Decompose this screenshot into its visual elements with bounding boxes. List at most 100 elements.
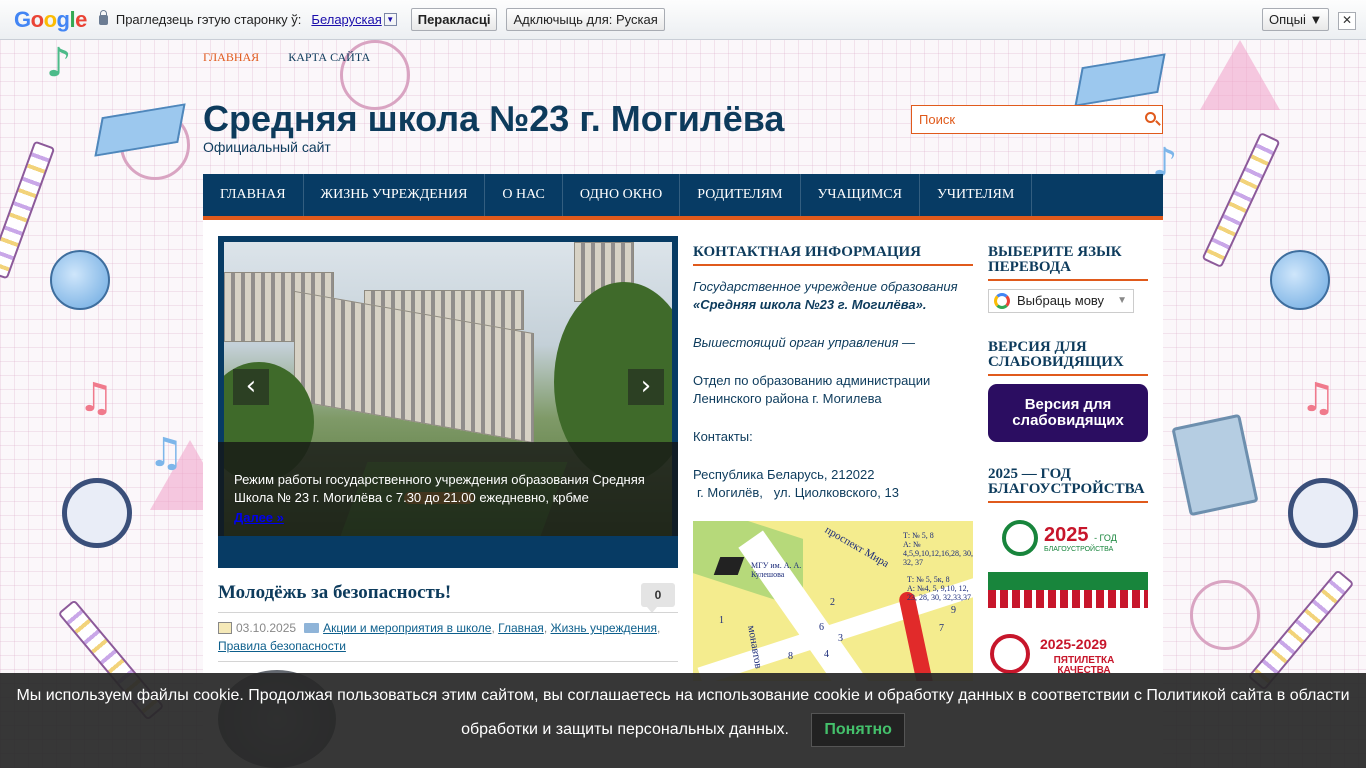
globe-doodle-icon xyxy=(1270,250,1330,310)
comment-count-badge[interactable]: 0 xyxy=(641,583,675,613)
search-icon[interactable] xyxy=(1145,112,1156,123)
magnifier-doodle-icon xyxy=(1288,478,1358,548)
low-vision-widget: ВЕРСИЯ ДЛЯ СЛАБОВИДЯЩИХ Версия для слабо… xyxy=(988,340,1148,442)
music-note-doodle-icon: ♫ xyxy=(148,430,184,476)
top-link-home[interactable]: ГЛАВНАЯ xyxy=(203,50,259,64)
map-label: А: № 4,5,9,10,12,16,28, 30, 32, 37 xyxy=(903,540,973,567)
category-link[interactable]: Главная xyxy=(498,621,544,635)
map-number: 8 xyxy=(788,651,793,662)
map-number: 4 xyxy=(824,649,829,660)
close-icon[interactable]: ✕ xyxy=(1338,12,1356,30)
top-link-sitemap[interactable]: КАРТА САЙТА xyxy=(288,50,370,64)
map-number: 6 xyxy=(819,622,824,633)
top-links: ГЛАВНАЯ КАРТА САЙТА xyxy=(203,50,396,65)
map-label: проспект Мира xyxy=(822,523,891,571)
year-widget-title: 2025 — ГОД БЛАГОУСТРОЙСТВА xyxy=(988,467,1148,503)
chevron-down-icon: ▼ xyxy=(1117,295,1127,306)
language-select-label: Выбраць мову xyxy=(1017,293,1105,308)
disable-translation-button[interactable]: Адключыць для: Руская xyxy=(506,8,665,31)
translate-options-button[interactable]: Опцыі ▼ xyxy=(1262,8,1330,31)
main-nav: ГЛАВНАЯ ЖИЗНЬ УЧРЕЖДЕНИЯ О НАС ОДНО ОКНО… xyxy=(203,174,1163,220)
slider-prev-button[interactable]: ‹ xyxy=(233,369,269,405)
map-label: МГУ им. А. А. Кулешова xyxy=(751,561,802,579)
search-input[interactable]: Поиск xyxy=(911,105,1163,134)
language-dropdown-icon[interactable]: ▼ xyxy=(383,13,397,26)
map-label: Т: № 5, 8 xyxy=(903,531,934,540)
banner-year: 2025 xyxy=(1044,524,1089,546)
cookie-accept-button[interactable]: Понятно xyxy=(811,713,905,747)
translate-prompt: Прагледзець гэтую старонку ў: xyxy=(115,12,302,27)
nav-item-one-window[interactable]: ОДНО ОКНО xyxy=(563,174,681,216)
ruler-triangle-doodle-icon xyxy=(1200,40,1280,110)
site-description: Официальный сайт xyxy=(203,139,331,155)
slide-caption: Режим работы государственного учреждения… xyxy=(218,442,678,536)
language-widget: ВЫБЕРИТЕ ЯЗЫК ПЕРЕВОДА Выбраць мову ▼ xyxy=(988,245,1148,313)
contact-widget-title: КОНТАКТНАЯ ИНФОРМАЦИЯ xyxy=(693,245,973,266)
translate-button[interactable]: Перакласці xyxy=(410,8,498,31)
cookie-banner: Мы используем файлы cookie. Продолжая по… xyxy=(0,673,1366,768)
music-note-doodle-icon: ♫ xyxy=(78,375,114,421)
low-vision-widget-title: ВЕРСИЯ ДЛЯ СЛАБОВИДЯЩИХ xyxy=(988,340,1148,376)
nav-item-home[interactable]: ГЛАВНАЯ xyxy=(203,174,304,216)
contact-address: г. Могилёв, ул. Циолковского, 13 xyxy=(697,485,899,500)
post-title[interactable]: Молодёжь за безопасность! xyxy=(218,582,451,604)
language-widget-title: ВЫБЕРИТЕ ЯЗЫК ПЕРЕВОДА xyxy=(988,245,1148,281)
map-label: Т: № 5, 5к, 8 xyxy=(907,575,950,584)
ornament-stripe xyxy=(988,572,1148,590)
contact-department: Отдел по образованию администрации Ленин… xyxy=(693,373,931,406)
ornament-stripe xyxy=(988,590,1148,608)
google-g-icon xyxy=(994,293,1010,309)
slider-next-button[interactable]: › xyxy=(628,369,664,405)
translate-language-link[interactable]: Беларуская xyxy=(311,12,381,27)
folder-icon xyxy=(304,623,320,633)
map-number: 3 xyxy=(838,633,843,644)
music-note-doodle-icon: ♪ xyxy=(46,40,72,86)
google-logo: Google xyxy=(14,6,87,32)
translate-bar: Google Прагледзець гэтую старонку ў: Бел… xyxy=(0,0,1366,40)
cookie-text: Мы используем файлы cookie. Продолжая по… xyxy=(16,687,1350,739)
emblem-icon xyxy=(1002,520,1038,556)
ball-doodle-icon xyxy=(120,110,190,180)
pencil-doodle-icon xyxy=(0,140,56,280)
category-link[interactable]: Жизнь учреждения xyxy=(550,621,657,635)
pencil-doodle-icon xyxy=(1201,131,1281,269)
contact-authority: Вышестоящий орган управления — xyxy=(693,335,916,350)
nav-item-about[interactable]: О НАС xyxy=(485,174,563,216)
site-title[interactable]: Средняя школа №23 г. Могилёва xyxy=(203,98,784,140)
banner-subtitle: БЛАГОУСТРОЙСТВА xyxy=(1044,546,1114,553)
language-select[interactable]: Выбраць мову ▼ xyxy=(988,289,1134,313)
contact-org: Государственное учреждение образования xyxy=(693,279,958,294)
map-label: А: №4, 5, 9,10, 12, 23, 28, 30, 32,33,37 xyxy=(907,584,971,602)
year-banner[interactable]: 2025 - ГОД БЛАГОУСТРОЙСТВА xyxy=(988,514,1148,610)
category-link[interactable]: Правила безопасности xyxy=(218,639,346,653)
nav-item-parents[interactable]: РОДИТЕЛЯМ xyxy=(680,174,801,216)
lock-icon xyxy=(98,9,108,25)
map-number: 1 xyxy=(719,615,724,626)
post-meta: 03.10.2025 Акции и мероприятия в школе, Г… xyxy=(218,621,661,653)
book-doodle-icon xyxy=(1171,413,1259,517)
contact-widget: КОНТАКТНАЯ ИНФОРМАЦИЯ Государственное уч… xyxy=(693,245,973,502)
map-number: 2 xyxy=(830,597,835,608)
globe-doodle-icon xyxy=(50,250,110,310)
map-number: 9 xyxy=(951,605,956,616)
slide-more-link[interactable]: Далее » xyxy=(234,509,662,527)
emblem-icon xyxy=(990,634,1030,674)
map-number: 7 xyxy=(939,623,944,634)
year-widget: 2025 — ГОД БЛАГОУСТРОЙСТВА xyxy=(988,467,1148,503)
graduation-cap-doodle-icon xyxy=(1074,53,1166,107)
category-link[interactable]: Акции и мероприятия в школе xyxy=(323,621,491,635)
divider xyxy=(218,661,678,662)
nav-item-students[interactable]: УЧАЩИМСЯ xyxy=(801,174,920,216)
location-map[interactable]: МГУ им. А. А. Кулешова проспект Мира Т: … xyxy=(693,521,973,681)
music-note-doodle-icon: ♫ xyxy=(1300,375,1336,421)
calendar-icon xyxy=(218,622,232,634)
low-vision-button[interactable]: Версия для слабовидящих xyxy=(988,384,1148,442)
contact-org-name: «Средняя школа №23 г. Могилёва». xyxy=(693,297,927,312)
contact-label: Контакты: xyxy=(693,429,753,444)
nav-item-life[interactable]: ЖИЗНЬ УЧРЕЖДЕНИЯ xyxy=(304,174,486,216)
contact-country: Республика Беларусь, 212022 xyxy=(693,467,875,482)
divider xyxy=(218,612,678,613)
slide-caption-text: Режим работы государственного учреждения… xyxy=(234,472,645,505)
graduation-cap-doodle-icon xyxy=(94,103,186,157)
nav-item-teachers[interactable]: УЧИТЕЛЯМ xyxy=(920,174,1033,216)
